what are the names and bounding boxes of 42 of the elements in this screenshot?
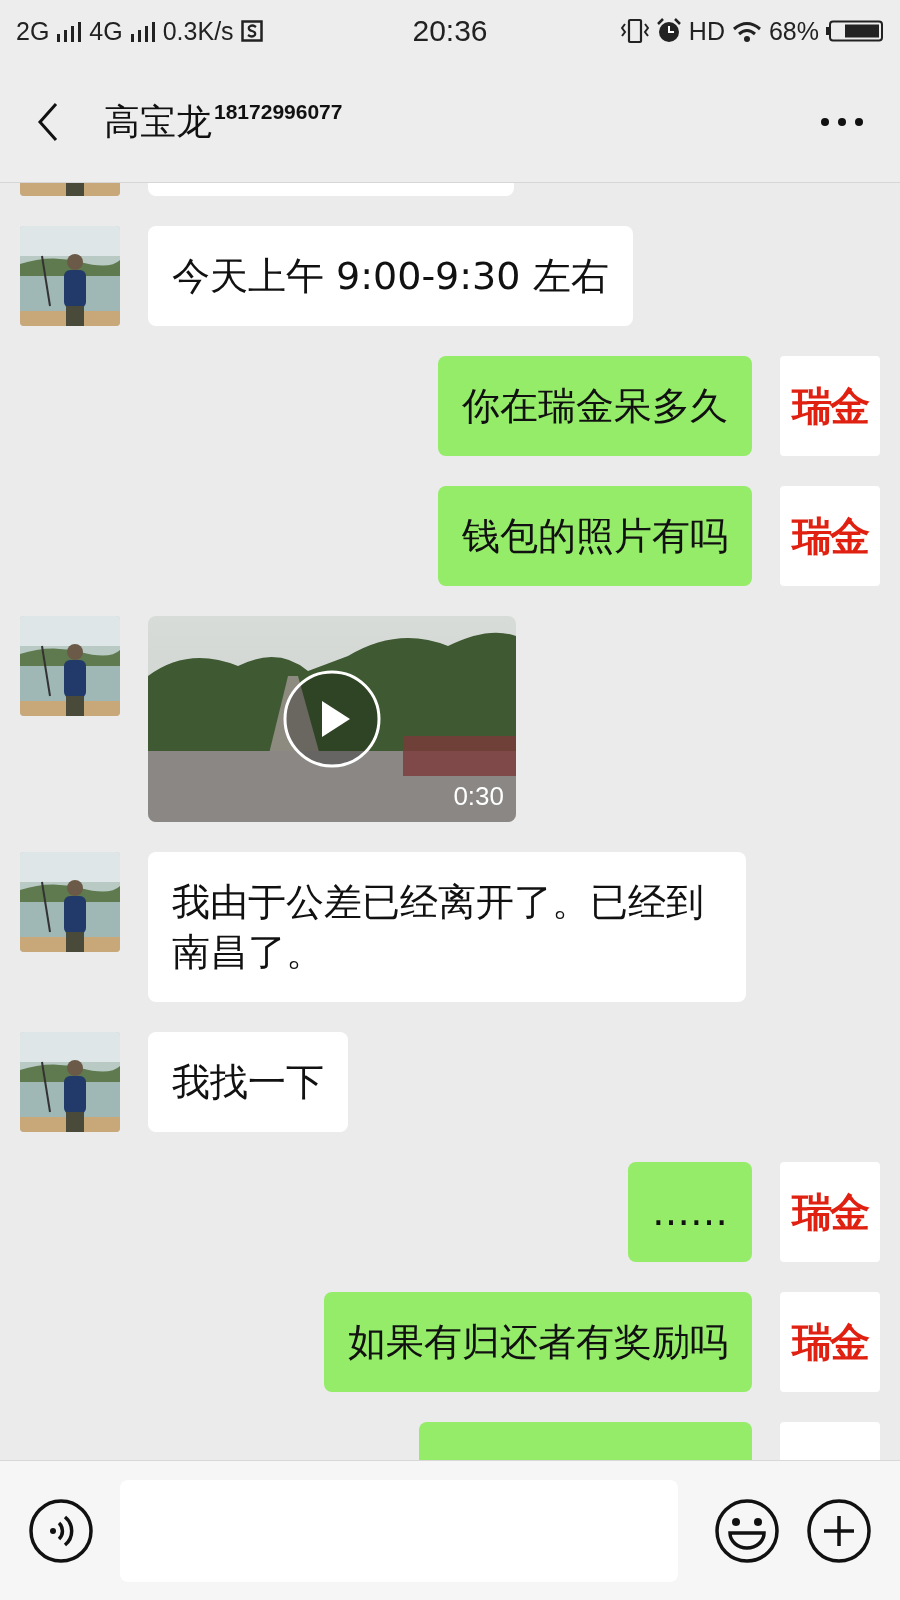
- square-s-icon: [240, 20, 263, 42]
- alarm-icon: [655, 18, 682, 44]
- plus-icon[interactable]: [806, 1497, 872, 1564]
- battery-icon: [826, 20, 884, 42]
- signal-icon: [129, 20, 156, 42]
- video-duration: 0:30: [453, 781, 504, 812]
- wifi-icon: [731, 19, 762, 43]
- hd-indicator: HD: [688, 16, 725, 46]
- avatar-photo[interactable]: [20, 852, 120, 952]
- avatar-text: 瑞金: [792, 1316, 868, 1367]
- network-type: 2G: [16, 16, 50, 46]
- network-type: 4G: [89, 16, 123, 46]
- message-bubble: 我由于公差已经离开了。已经到南昌了。: [148, 852, 746, 1002]
- emoji-icon[interactable]: [714, 1497, 780, 1564]
- play-icon: [282, 669, 382, 769]
- vibrate-icon: [620, 18, 649, 44]
- avatar-photo[interactable]: [20, 226, 120, 326]
- message-bubble: 今天上午 9:00-9:30 左右: [148, 226, 633, 326]
- avatar[interactable]: 瑞金: [780, 356, 880, 456]
- battery-percent: 68%: [768, 16, 819, 46]
- data-speed: 0.3K/s: [162, 16, 234, 46]
- clock: 20:36: [412, 14, 488, 48]
- avatar[interactable]: 瑞金: [780, 1162, 880, 1262]
- message-bubble: 我找一下: [148, 1032, 348, 1132]
- contact-name: 高宝龙: [104, 99, 212, 144]
- message-bubble: 你在瑞金呆多久: [438, 356, 752, 456]
- avatar-photo[interactable]: [20, 1032, 120, 1132]
- message-bubble: 钱包的照片有吗: [438, 486, 752, 586]
- voice-icon[interactable]: [28, 1497, 94, 1564]
- message-bubble: ……: [628, 1162, 752, 1262]
- signal-icon: [56, 20, 83, 42]
- more-icon[interactable]: [820, 117, 864, 127]
- avatar-text: 瑞金: [792, 1186, 868, 1237]
- phone-number: 18172996077: [214, 100, 343, 124]
- avatar[interactable]: 瑞金: [780, 1292, 880, 1392]
- avatar-text: 瑞金: [792, 380, 868, 431]
- avatar-text: 瑞金: [792, 510, 868, 561]
- video-thumbnail[interactable]: [148, 616, 516, 822]
- message-bubble: 如果有归还者有奖励吗: [324, 1292, 752, 1392]
- avatar-photo[interactable]: [20, 616, 120, 716]
- avatar[interactable]: 瑞金: [780, 486, 880, 586]
- back-icon[interactable]: [36, 102, 60, 142]
